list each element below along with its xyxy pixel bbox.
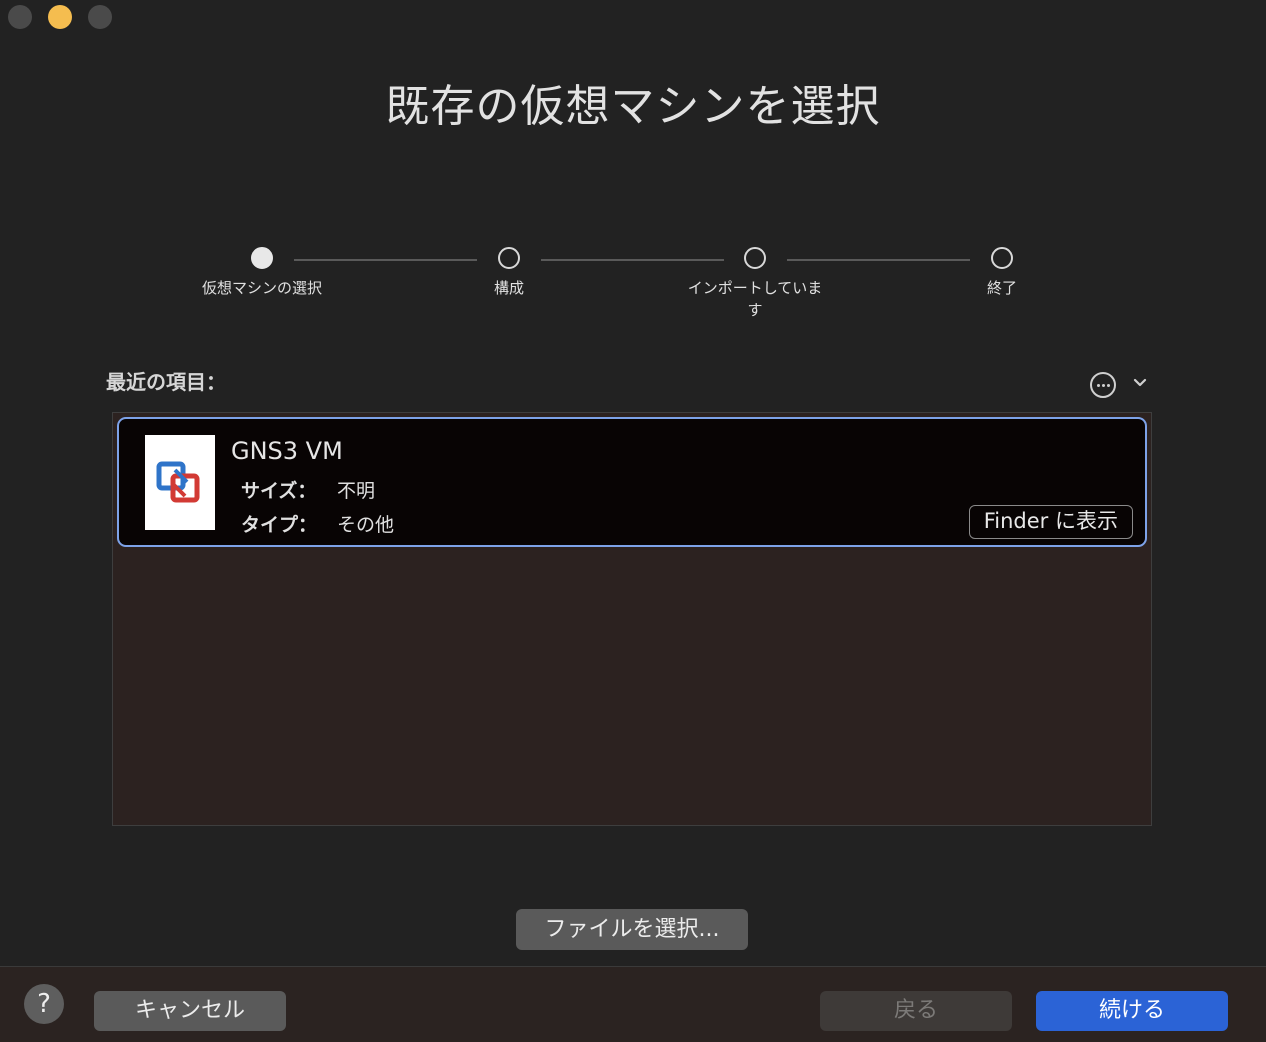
step-2-label: 構成 bbox=[493, 279, 524, 297]
recent-items-label: 最近の項目： bbox=[106, 370, 226, 394]
vm-size-key: サイズ： bbox=[241, 480, 317, 502]
recent-items-list[interactable]: GNS3 VM サイズ： 不明 タイプ： その他 Finder に表示 bbox=[112, 412, 1152, 826]
minimize-window-button[interactable] bbox=[48, 5, 72, 29]
vm-name: GNS3 VM bbox=[231, 437, 343, 465]
step-4-label: 終了 bbox=[986, 279, 1017, 297]
step-4-indicator bbox=[991, 247, 1013, 269]
help-button[interactable]: ? bbox=[24, 984, 64, 1024]
continue-button[interactable]: 続ける bbox=[1036, 991, 1228, 1031]
vm-size-row: サイズ： 不明 bbox=[241, 476, 375, 503]
footer-bar: ? キャンセル 戻る 続ける bbox=[0, 966, 1266, 1042]
vm-type-row: タイプ： その他 bbox=[241, 510, 394, 537]
step-2-indicator bbox=[498, 247, 520, 269]
progress-stepper: 仮想マシンの選択 構成 インポートしています 終了 bbox=[0, 247, 1266, 327]
step-1-indicator bbox=[251, 247, 273, 269]
choose-file-button[interactable]: ファイルを選択... bbox=[516, 909, 748, 950]
step-connector bbox=[787, 259, 970, 261]
window-controls bbox=[8, 5, 112, 29]
step-3-indicator bbox=[744, 247, 766, 269]
chevron-down-icon[interactable] bbox=[1128, 370, 1152, 394]
vm-size-value: 不明 bbox=[337, 480, 376, 502]
vm-type-key: タイプ： bbox=[241, 514, 318, 536]
page-title: 既存の仮想マシンを選択 bbox=[385, 81, 881, 132]
zoom-window-button[interactable] bbox=[88, 5, 112, 29]
import-vm-window: 既存の仮想マシンを選択 仮想マシンの選択 構成 インポートしています 終了 最近… bbox=[0, 0, 1266, 1042]
step-connector bbox=[294, 259, 477, 261]
close-window-button[interactable] bbox=[8, 5, 32, 29]
vmware-file-icon bbox=[145, 435, 215, 530]
cancel-button[interactable]: キャンセル bbox=[94, 991, 286, 1031]
step-1-label: 仮想マシンの選択 bbox=[201, 279, 322, 297]
step-3-label: インポートしています bbox=[687, 279, 823, 319]
step-connector bbox=[541, 259, 724, 261]
list-item-selected[interactable]: GNS3 VM サイズ： 不明 タイプ： その他 Finder に表示 bbox=[117, 417, 1147, 547]
show-in-finder-button[interactable]: Finder に表示 bbox=[968, 505, 1133, 539]
vm-type-value: その他 bbox=[337, 514, 395, 536]
vmware-logo-icon bbox=[156, 461, 200, 502]
back-button[interactable]: 戻る bbox=[820, 991, 1012, 1031]
more-options-icon[interactable] bbox=[1090, 372, 1116, 398]
